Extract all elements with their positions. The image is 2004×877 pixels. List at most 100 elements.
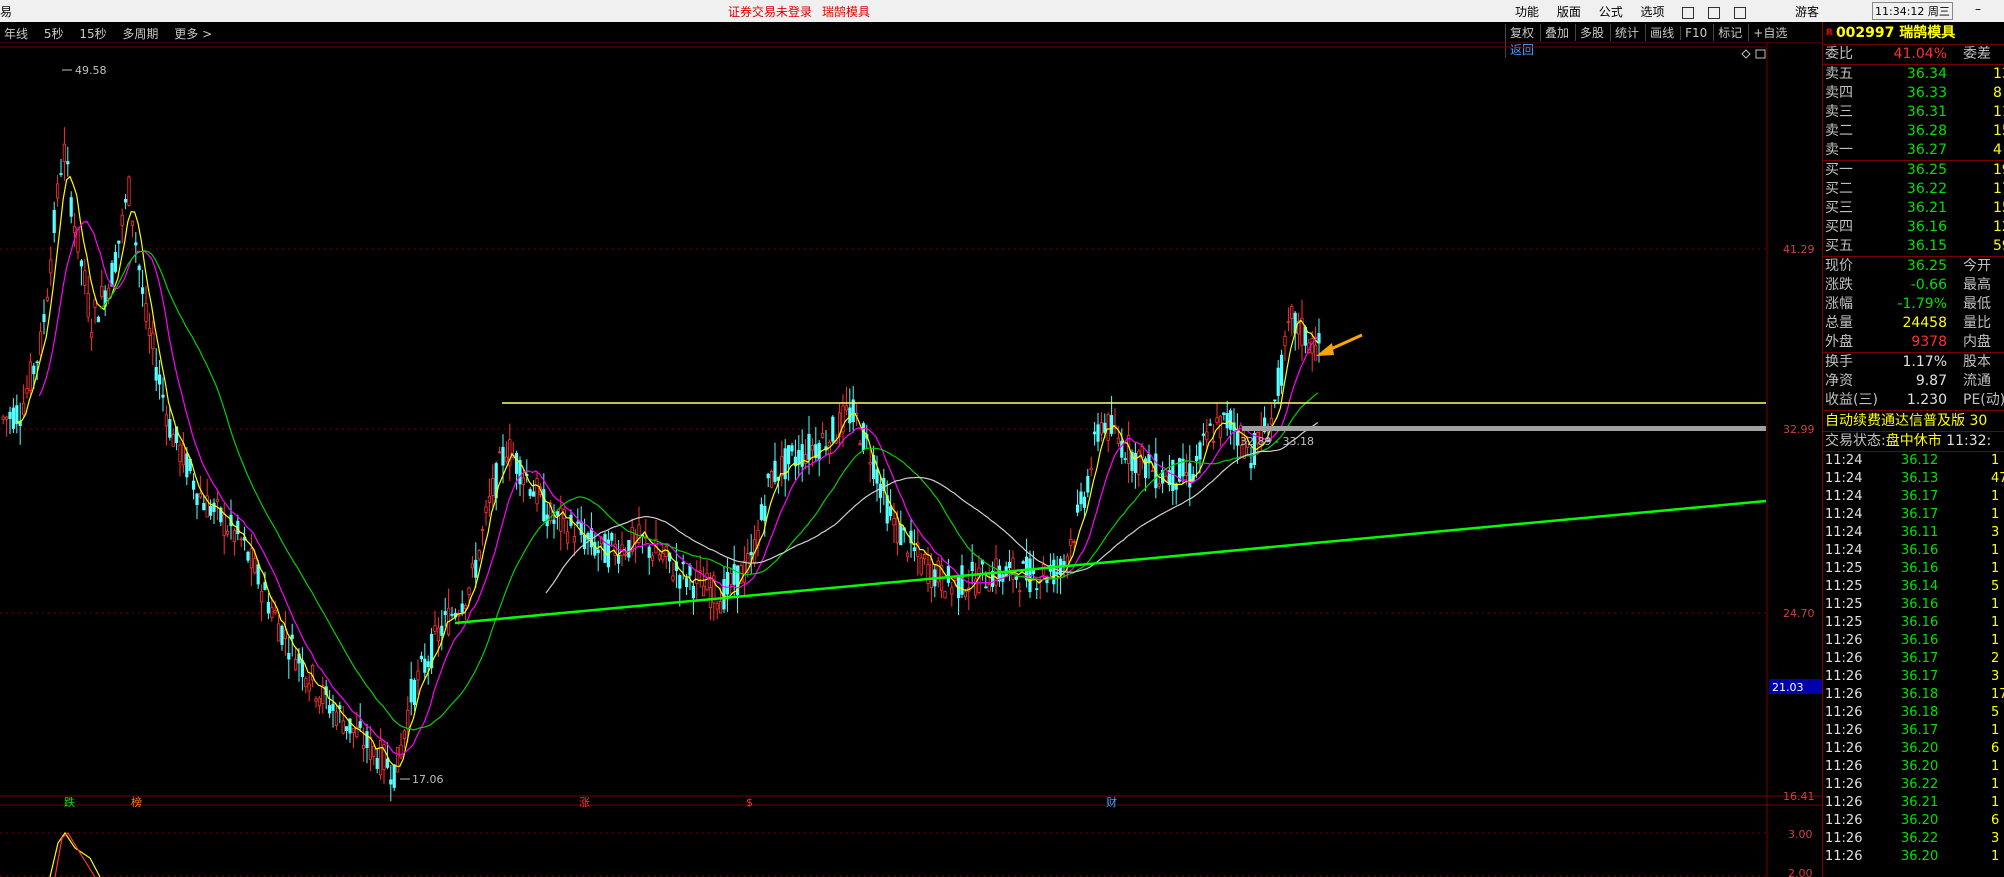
ask-row[interactable]: 卖二 36.28 15 — [1823, 122, 2004, 141]
tick-price: 36.17 — [1901, 489, 1939, 504]
candle-body — [117, 240, 121, 244]
tick-time: 11:24 — [1825, 453, 1863, 468]
tick-price: 36.18 — [1901, 687, 1939, 702]
period-year[interactable]: 年线 — [4, 27, 28, 41]
candle-body — [474, 559, 478, 578]
bid-volume: 59 — [1993, 238, 2004, 254]
candle-body — [1273, 399, 1277, 402]
login-status[interactable]: 证券交易未登录 — [728, 5, 812, 19]
candle-body — [953, 578, 957, 581]
tool-mark[interactable]: 标记 — [1713, 24, 1746, 41]
tick-price: 36.21 — [1901, 795, 1939, 810]
candle-body — [532, 491, 536, 497]
menu-function[interactable]: 功能 — [1515, 5, 1539, 19]
ma10-line — [38, 220, 1319, 756]
subscription-banner[interactable]: 自动续费通达信普及版 30 — [1823, 410, 2004, 432]
tool-adjust[interactable]: 复权 — [1505, 24, 1538, 41]
ask-row[interactable]: 卖一 36.27 4 — [1823, 141, 2004, 160]
quote-panel: R002997 瑞鹄模具 委比41.04%委差 卖五36.3413卖四36.33… — [1822, 22, 2004, 877]
tick-price: 36.14 — [1901, 579, 1939, 594]
tick-row: 11:26 36.20 1 — [1823, 848, 2004, 866]
stat-label-2: 最低 — [1963, 296, 1991, 312]
minimize-icon[interactable]: – — [1975, 2, 1981, 16]
tick-row: 11:25 36.14 5 — [1823, 578, 2004, 596]
candle-body — [137, 265, 141, 271]
ask-row[interactable]: 卖五 36.34 13 — [1823, 65, 2004, 84]
period-5s[interactable]: 5秒 — [44, 27, 64, 41]
event-mark[interactable]: 财 — [1106, 795, 1117, 809]
window-toggle-icon[interactable] — [1755, 49, 1766, 59]
candle-body — [1212, 440, 1216, 443]
tool-f10[interactable]: F10 — [1680, 26, 1711, 40]
menu-layout[interactable]: 版面 — [1557, 5, 1581, 19]
candle-body — [154, 367, 158, 381]
tick-row: 11:26 36.22 1 — [1823, 776, 2004, 794]
ask-price: 36.33 — [1906, 85, 1947, 101]
candle-body — [378, 740, 383, 776]
candle-body — [83, 270, 87, 286]
tick-volume: 17 — [1991, 687, 2004, 702]
tick-list[interactable]: 11:24 36.12 1 11:24 36.13 47 11:24 36.17 1 11:24 3… — [1823, 452, 2004, 866]
candle-body — [293, 659, 298, 671]
candle-body — [157, 374, 162, 385]
indicator-line — [49, 831, 101, 877]
candle-body — [358, 721, 362, 728]
candle-body — [56, 183, 60, 199]
chart-toolbar: 年线 5秒 15秒 多周期 更多 > 复权 叠加 多股 统计 画线 F10 标记 +自选返回 — [0, 22, 1822, 58]
ask-row[interactable]: 卖四 36.33 8 — [1823, 84, 2004, 103]
tool-draw[interactable]: 画线 — [1645, 24, 1678, 41]
menu-options[interactable]: 选项 — [1641, 5, 1665, 19]
mail-icon[interactable] — [1734, 6, 1747, 19]
bid-row[interactable]: 买三 36.21 15 — [1823, 199, 2004, 218]
event-mark[interactable]: 跌 — [64, 795, 75, 809]
event-mark[interactable]: $ — [746, 796, 753, 809]
guest-user[interactable]: 游客 — [1795, 3, 1819, 20]
tool-stats[interactable]: 统计 — [1610, 24, 1643, 41]
candle-body — [807, 433, 811, 460]
period-15s[interactable]: 15秒 — [79, 27, 106, 41]
phone-icon[interactable] — [1708, 6, 1721, 19]
candle-body — [800, 444, 804, 467]
refresh-icon[interactable] — [1682, 6, 1695, 19]
period-multi[interactable]: 多周期 — [122, 27, 158, 41]
chart-corner-icons[interactable] — [1741, 49, 1766, 59]
tick-row: 11:24 36.12 1 — [1823, 452, 2004, 470]
period-more[interactable]: 更多 > — [174, 27, 212, 41]
tool-overlay[interactable]: 叠加 — [1540, 24, 1573, 41]
ask-label: 卖二 — [1825, 123, 1853, 139]
candle-body — [144, 302, 148, 322]
tick-price: 36.20 — [1901, 849, 1939, 864]
kline-chart[interactable]: 32.89 - 33.18 49.58 17.06 41.29 32.99 24… — [0, 43, 1822, 877]
tool-multi-stock[interactable]: 多股 — [1575, 24, 1608, 41]
candle-body — [725, 572, 730, 595]
candle-body — [1082, 496, 1086, 508]
event-mark[interactable]: 涨 — [579, 796, 590, 809]
candle-body — [1021, 561, 1025, 564]
bid-row[interactable]: 买五 36.15 59 — [1823, 237, 2004, 256]
candle-body — [327, 705, 332, 714]
trend-line[interactable] — [454, 499, 1767, 625]
candle-body — [1076, 504, 1080, 513]
candlestick-series — [1, 127, 1321, 802]
candle-body — [610, 533, 614, 541]
ask-label: 卖一 — [1825, 142, 1853, 158]
menu-formula[interactable]: 公式 — [1599, 5, 1623, 19]
ask-book: 卖五 36.34 13 卖四 36.33 8 卖三 36.31 11 卖二 36.28 15 卖一 36.… — [1823, 65, 2004, 160]
tick-volume: 1 — [1991, 543, 2000, 558]
candle-body — [484, 506, 488, 513]
tick-volume: 1 — [1991, 597, 2000, 612]
candle-body — [817, 442, 821, 461]
range-highlight — [1242, 426, 1766, 431]
candle-body — [49, 259, 53, 274]
ask-row[interactable]: 卖三 36.31 11 — [1823, 103, 2004, 122]
stat-value: 24458 — [1902, 315, 1947, 331]
annotation-arrow[interactable] — [1316, 333, 1363, 356]
bid-row[interactable]: 买二 36.22 17 — [1823, 180, 2004, 199]
bid-label: 买四 — [1825, 219, 1853, 235]
bid-row[interactable]: 买一 36.25 19 — [1823, 161, 2004, 180]
tool-add-watchlist[interactable]: +自选 — [1748, 24, 1791, 41]
event-mark[interactable]: 榜 — [131, 795, 142, 809]
candle-body — [1249, 462, 1253, 469]
bid-row[interactable]: 买四 36.16 12 — [1823, 218, 2004, 237]
stat-label-2: 股本 — [1963, 354, 1991, 370]
